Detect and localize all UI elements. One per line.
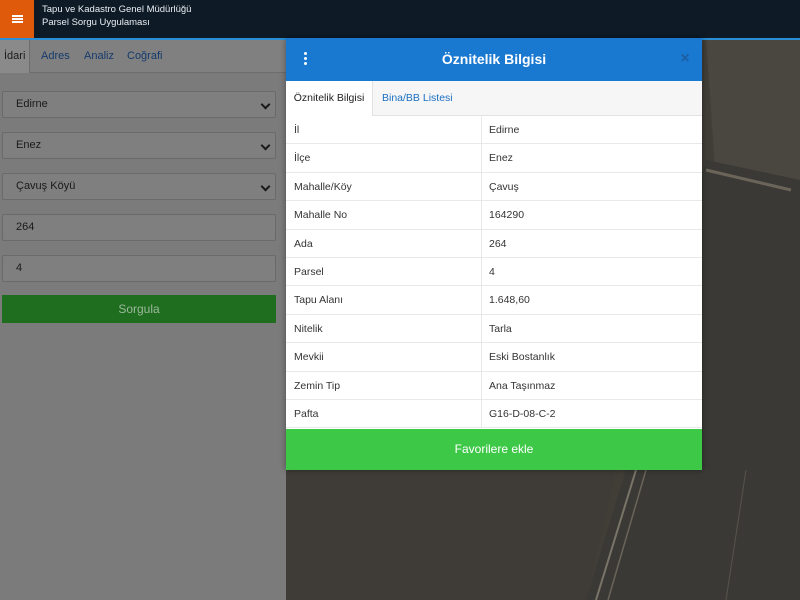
tab-idari[interactable]: İdari — [0, 40, 30, 73]
row-key: İlçe — [294, 152, 311, 165]
app-name: Parsel Sorgu Uygulaması — [42, 17, 150, 28]
query-button[interactable]: Sorgula — [2, 295, 276, 323]
ilce-select[interactable]: Enez — [2, 132, 276, 159]
row-value: Ana Taşınmaz — [489, 379, 556, 392]
kebab-menu-icon[interactable] — [302, 52, 310, 68]
table-row: Zemin Tip Ana Taşınmaz — [286, 371, 702, 400]
attribute-table: İl Edirne İlçe Enez Mahalle/Köy Çavuş Mahal… — [286, 116, 702, 429]
dialog-header: Öznitelik Bilgisi × — [286, 38, 702, 81]
row-key: Ada — [294, 237, 313, 250]
mahalle-select[interactable]: Çavuş Köyü — [2, 173, 276, 200]
menu-button[interactable] — [0, 0, 34, 38]
tab-oznitelik-bilgisi[interactable]: Öznitelik Bilgisi — [286, 81, 373, 116]
row-key: Nitelik — [294, 322, 323, 335]
il-select-value: Edirne — [16, 98, 48, 110]
table-row: Tapu Alanı 1.648,60 — [286, 286, 702, 315]
table-row: Ada 264 — [286, 229, 702, 258]
row-key: Mahalle No — [294, 209, 348, 222]
table-row: Mahalle No 164290 — [286, 201, 702, 230]
app-title: Tapu ve Kadastro Genel Müdürlüğü Parsel … — [42, 3, 191, 29]
row-key: Pafta — [294, 407, 319, 420]
il-select[interactable]: Edirne — [2, 91, 276, 118]
row-key: Mahalle/Köy — [294, 180, 352, 193]
row-key: Zemin Tip — [294, 379, 341, 392]
add-favorites-button[interactable]: Favorilere ekle — [286, 429, 702, 470]
row-key: İl — [294, 124, 300, 136]
tab-bina-bb-listesi[interactable]: Bina/BB Listesi — [382, 81, 453, 116]
chevron-down-icon — [260, 99, 271, 110]
row-value: 1.648,60 — [489, 294, 530, 307]
table-row: Nitelik Tarla — [286, 314, 702, 344]
row-value: Çavuş — [489, 180, 519, 193]
row-value: Enez — [489, 152, 513, 165]
table-row: İl Edirne — [286, 116, 702, 145]
attribute-dialog: Öznitelik Bilgisi × Öznitelik Bilgisi Bi… — [286, 38, 702, 470]
row-key: Mevkii — [294, 351, 324, 364]
row-value: Edirne — [489, 124, 520, 136]
chevron-down-icon — [260, 181, 271, 192]
row-value: 4 — [489, 265, 495, 278]
row-value: G16-D-08-C-2 — [489, 407, 556, 420]
table-row: Mahalle/Köy Çavuş — [286, 172, 702, 202]
row-value: 164290 — [489, 209, 525, 222]
row-key: Parsel — [294, 265, 324, 278]
app-header: Tapu ve Kadastro Genel Müdürlüğü Parsel … — [0, 0, 800, 38]
tab-analiz[interactable]: Analiz — [84, 40, 114, 73]
chevron-down-icon — [260, 140, 271, 151]
dialog-tabs: Öznitelik Bilgisi Bina/BB Listesi — [286, 81, 702, 116]
row-key: Tapu Alanı — [294, 294, 344, 307]
row-value: Eski Bostanlık — [489, 351, 555, 364]
table-row: Mevkii Eski Bostanlık — [286, 343, 702, 372]
org-name: Tapu ve Kadastro Genel Müdürlüğü — [42, 4, 192, 15]
query-panel: İdari Adres Analiz Coğrafi Edirne Enez Ç… — [0, 40, 286, 600]
hamburger-icon — [11, 15, 23, 23]
row-value: Tarla — [489, 322, 512, 335]
query-tabs: İdari Adres Analiz Coğrafi — [0, 40, 286, 73]
ada-input[interactable]: 264 — [2, 214, 276, 241]
tab-adres[interactable]: Adres — [41, 40, 70, 73]
dialog-title: Öznitelik Bilgisi — [441, 51, 547, 67]
row-value: 264 — [489, 237, 507, 250]
table-row: İlçe Enez — [286, 144, 702, 173]
close-icon[interactable]: × — [678, 50, 692, 68]
table-row: Parsel 4 — [286, 257, 702, 287]
table-row: Pafta G16-D-08-C-2 — [286, 399, 702, 429]
parsel-input[interactable]: 4 — [2, 255, 276, 282]
mahalle-select-value: Çavuş Köyü — [16, 180, 76, 192]
ilce-select-value: Enez — [16, 139, 42, 151]
tab-cografi[interactable]: Coğrafi — [127, 40, 162, 73]
